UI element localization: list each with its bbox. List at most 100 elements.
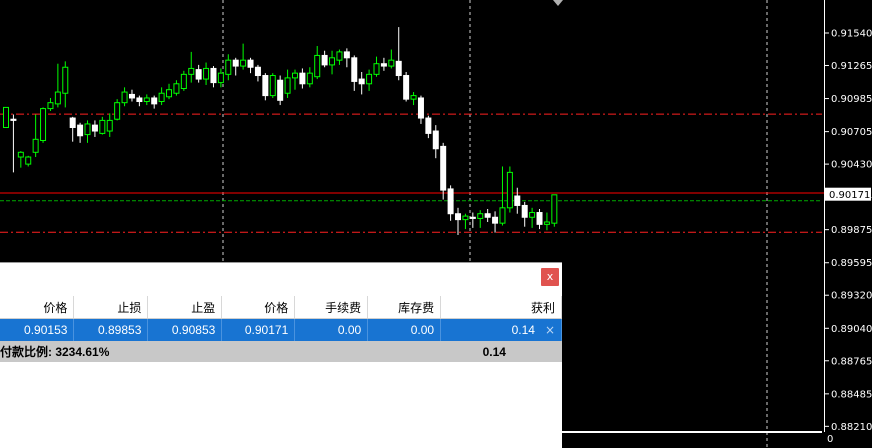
candle-body	[284, 77, 291, 94]
table-row[interactable]: 0.90153 0.89853 0.90853 0.90171 0.00 0.0…	[0, 318, 562, 341]
candle-body	[432, 130, 439, 150]
candle	[62, 61, 69, 108]
candle-body	[366, 73, 373, 85]
candle	[69, 116, 76, 142]
candle	[351, 55, 358, 91]
candle	[151, 95, 158, 109]
col-profit-header[interactable]: 获利	[440, 296, 562, 319]
candle-body	[462, 215, 469, 221]
candle	[306, 67, 313, 88]
col-price-header[interactable]: 价格	[221, 296, 296, 319]
candle	[529, 207, 536, 228]
candle	[3, 106, 9, 128]
candle	[54, 63, 61, 108]
col-take-profit-header[interactable]: 止盈	[147, 296, 223, 319]
candle	[380, 57, 387, 71]
candle	[514, 187, 521, 214]
candle	[240, 43, 247, 70]
candle	[440, 142, 447, 200]
candle-body	[343, 51, 350, 59]
candle-body	[388, 59, 395, 67]
candle	[477, 210, 484, 228]
close-button[interactable]: x	[541, 268, 559, 286]
stop-loss-cell[interactable]: 0.89853	[73, 318, 149, 341]
candle	[40, 107, 47, 143]
candle	[106, 113, 113, 137]
candle	[299, 68, 306, 89]
y-tick-label: 0.88485	[831, 389, 872, 400]
candle	[321, 50, 328, 68]
candle	[247, 57, 254, 74]
candle-body	[506, 171, 513, 209]
col-commission-header[interactable]: 手续费	[294, 296, 369, 319]
scroll-marker-icon[interactable]	[553, 0, 563, 6]
candle-body	[299, 72, 306, 85]
candle	[269, 73, 276, 98]
candle	[388, 49, 395, 69]
price-cell: 0.90171	[221, 318, 296, 341]
candle	[506, 166, 513, 213]
candle-body	[232, 59, 239, 67]
candle	[114, 99, 121, 121]
candle-body	[158, 92, 165, 103]
total-profit: 0.14	[440, 341, 562, 362]
candle-body	[425, 117, 432, 134]
candle	[336, 49, 343, 65]
candle	[284, 69, 291, 98]
open-price-cell: 0.90153	[0, 318, 75, 341]
candle	[128, 89, 135, 102]
candle-body	[543, 221, 550, 225]
col-swap-header[interactable]: 库存费	[367, 296, 442, 319]
candle-body	[106, 119, 113, 132]
candle	[462, 213, 469, 230]
candle-body	[277, 79, 284, 101]
price-levels	[0, 113, 824, 233]
table-header-row: 价格 止损 止盈 价格 手续费 库存费 获利	[0, 296, 562, 319]
candle-body	[40, 108, 47, 141]
candle	[373, 56, 380, 77]
candle	[91, 120, 98, 137]
candle	[262, 73, 269, 101]
candle-body	[128, 93, 135, 99]
candle-body	[455, 213, 462, 221]
take-profit-cell[interactable]: 0.90853	[147, 318, 223, 341]
col-open-price-header[interactable]: 价格	[0, 296, 75, 319]
y-tick-label: 0.91540	[831, 29, 872, 40]
candle	[10, 114, 17, 173]
y-tick-label: 0.90985	[831, 94, 872, 105]
candle-body	[247, 59, 254, 68]
candle-body	[477, 213, 484, 219]
candle	[210, 66, 217, 88]
candle-body	[217, 72, 224, 84]
candle-body	[47, 102, 54, 110]
terminal-trade-panel[interactable]: x 价格 止损 止盈 价格 手续费 库存费 获利 0.90153 0.89853…	[0, 262, 562, 448]
col-stop-loss-header[interactable]: 止损	[73, 296, 149, 319]
candle	[166, 83, 173, 100]
candle	[410, 92, 417, 106]
candle-body	[17, 151, 24, 158]
y-tick-label: 0.91265	[831, 61, 872, 72]
candle	[291, 69, 298, 90]
candle-body	[121, 91, 128, 104]
candle-body	[291, 72, 298, 79]
candle	[432, 125, 439, 159]
y-tick-label: 0.89875	[831, 225, 872, 236]
candle	[543, 212, 550, 231]
y-tick-label: 0.90430	[831, 160, 872, 171]
candle-body	[225, 59, 232, 75]
candlesticks	[3, 27, 558, 235]
candle	[232, 57, 239, 76]
candle-body	[514, 195, 521, 206]
candle-body	[173, 83, 180, 94]
candle-body	[417, 97, 424, 119]
candle	[499, 166, 506, 226]
profit-value: 0.14	[511, 323, 535, 337]
candle-body	[54, 91, 61, 105]
candle-body	[180, 73, 187, 90]
candle	[158, 87, 165, 106]
candle-body	[440, 145, 447, 191]
y-tick-label: 0.89040	[831, 324, 872, 335]
close-position-icon[interactable]: ×	[545, 323, 555, 337]
bottom-corner-label: 0	[827, 434, 834, 445]
candle-body	[529, 212, 536, 218]
